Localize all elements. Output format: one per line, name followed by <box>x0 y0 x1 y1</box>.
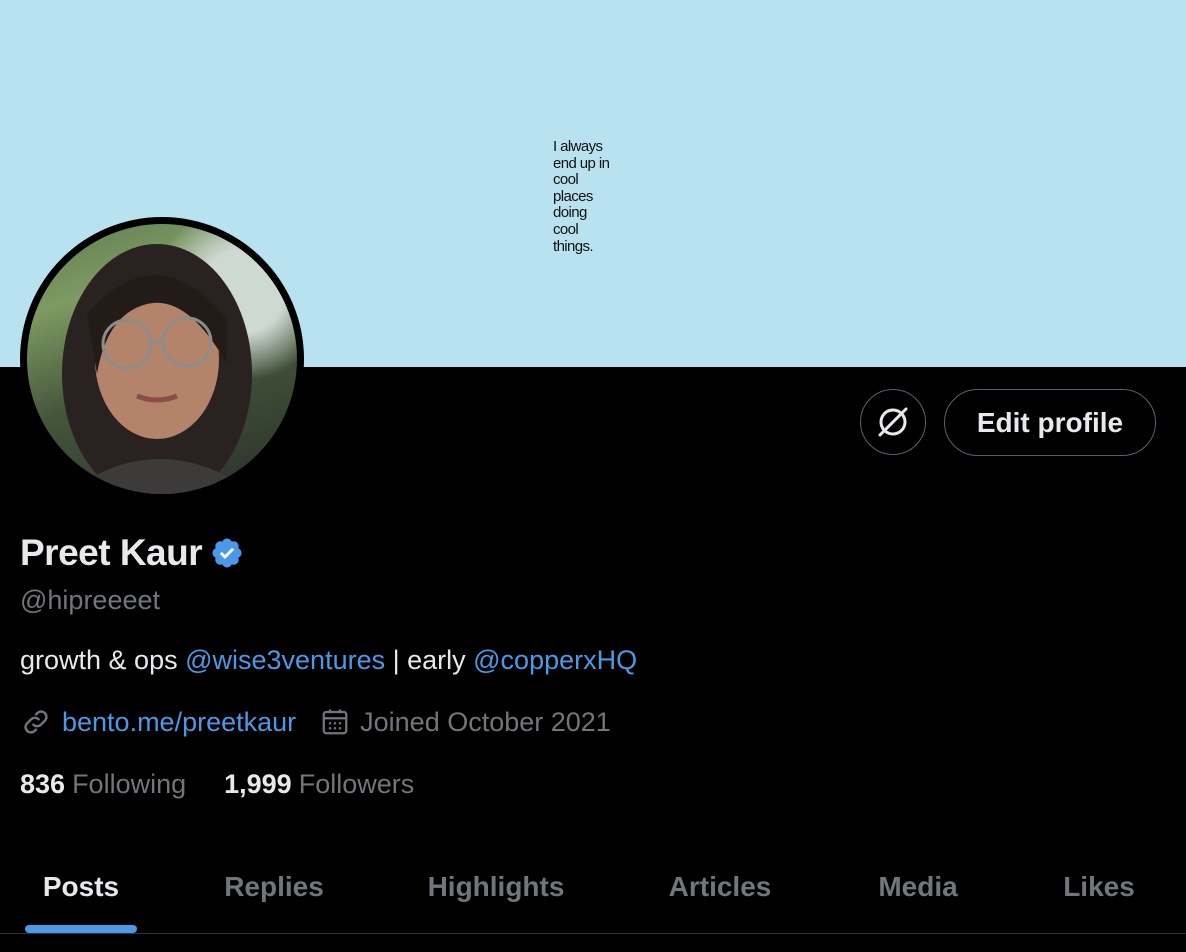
following-link[interactable]: 836 Following <box>20 769 186 800</box>
edit-profile-button[interactable]: Edit profile <box>944 389 1156 456</box>
tab-replies[interactable]: Replies <box>205 840 343 934</box>
profile-tabs: Posts Replies Highlights Articles Media … <box>0 840 1186 934</box>
bio-text: | early <box>385 645 474 675</box>
user-handle: @hipreeeet <box>20 585 160 615</box>
bio: growth & ops @wise3ventures | early @cop… <box>20 645 637 676</box>
banner-text: I always end up in cool places doing coo… <box>553 138 610 255</box>
avatar-photo <box>27 224 297 494</box>
followers-count: 1,999 <box>224 769 292 799</box>
following-count: 836 <box>20 769 66 799</box>
follow-stats: 836 Following 1,999 Followers <box>20 769 414 800</box>
followers-label: Followers <box>298 769 415 799</box>
bio-mention-link[interactable]: @wise3ventures <box>185 645 385 675</box>
link-icon <box>24 710 48 734</box>
followers-link[interactable]: 1,999 Followers <box>224 769 414 800</box>
display-name: Preet Kaur <box>20 532 203 573</box>
website-link[interactable]: bento.me/preetkaur <box>62 707 296 738</box>
avatar[interactable] <box>20 217 304 501</box>
profile-meta: bento.me/preetkaur Joined October 2021 <box>20 706 611 738</box>
active-tab-indicator <box>25 925 137 933</box>
following-label: Following <box>72 769 187 799</box>
verified-badge-icon[interactable] <box>210 536 244 570</box>
tab-posts[interactable]: Posts <box>24 840 138 934</box>
no-wallet-icon <box>878 407 908 437</box>
name-row: Preet Kaur <box>20 532 244 574</box>
wallet-button[interactable] <box>860 389 926 455</box>
tab-highlights[interactable]: Highlights <box>409 840 583 934</box>
tab-likes[interactable]: Likes <box>1045 840 1153 934</box>
tab-media[interactable]: Media <box>858 840 978 934</box>
calendar-icon <box>322 709 348 735</box>
bio-text: growth & ops <box>20 645 186 675</box>
tab-articles[interactable]: Articles <box>650 840 790 934</box>
bio-mention-link[interactable]: @copperxHQ <box>473 645 637 675</box>
joined-date: Joined October 2021 <box>360 706 611 737</box>
